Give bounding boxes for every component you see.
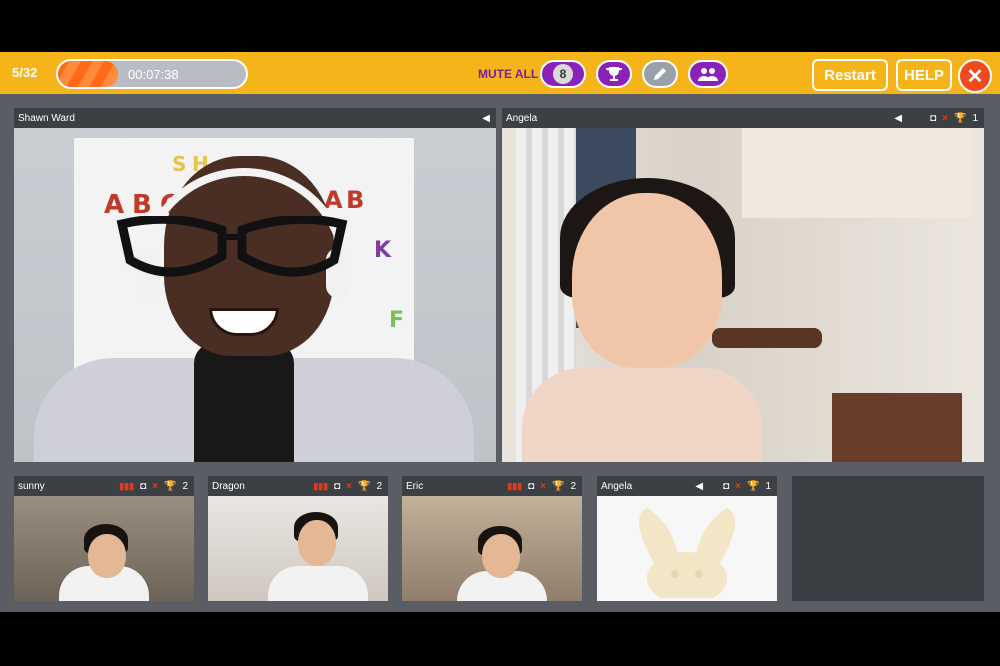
avatar-placeholder (597, 496, 777, 601)
tile-header: Angela ◀ ◘ × 🏆 1 (502, 108, 984, 128)
trophy-icon: 🏆 (746, 480, 760, 492)
close-small-icon[interactable]: × (346, 481, 352, 492)
close-small-icon[interactable]: × (942, 113, 948, 124)
close-icon: ✕ (966, 65, 984, 88)
student-video-feed (208, 496, 388, 601)
trophy-icon: 🏆 (163, 480, 177, 492)
student-thumb-dragon[interactable]: Dragon ▮▮▮ ◘ × 🏆 2 (208, 476, 388, 601)
close-small-icon[interactable]: × (540, 481, 546, 492)
board-letter: K (374, 238, 392, 263)
student-thumb-sunny[interactable]: sunny ▮▮▮ ◘ × 🏆 2 (14, 476, 194, 601)
group-icon (698, 68, 718, 81)
letterbox-top (0, 0, 1000, 52)
trophy-count: 2 (376, 480, 382, 492)
participant-name: Shawn Ward (18, 112, 75, 124)
trophy-count: 1 (765, 480, 771, 492)
trophy-count: 2 (570, 480, 576, 492)
board-letter: F (389, 308, 405, 333)
board-letter: B (346, 186, 365, 214)
student-video-feed (402, 496, 582, 601)
student-video-tile-angela[interactable]: Angela ◀ ◘ × 🏆 1 (502, 108, 984, 462)
trophy-icon: 🏆 (357, 480, 371, 492)
camera-icon[interactable]: ◘ (930, 113, 936, 124)
participant-name: Angela (601, 480, 633, 492)
tile-header: Shawn Ward ◀ (14, 108, 496, 128)
page-counter: 5/32 (12, 65, 38, 80)
help-button[interactable]: HELP (896, 59, 952, 91)
letterbox-bottom (0, 612, 1000, 666)
camera-icon[interactable]: ◘ (528, 481, 534, 492)
pencil-button[interactable] (642, 60, 678, 88)
teacher-video-tile[interactable]: Shawn Ward ◀ ABCSHABKFJOI (14, 108, 496, 462)
restart-button[interactable]: Restart (812, 59, 888, 91)
close-button[interactable]: ✕ (958, 59, 992, 93)
camera-off-icon: ▮▮▮ (313, 480, 329, 491)
glasses (116, 216, 348, 277)
participant-name: Eric (406, 480, 424, 492)
close-small-icon[interactable]: × (735, 481, 741, 492)
student-video-feed (14, 496, 194, 601)
timer-progress-fill (58, 61, 119, 87)
empty-video-slot (792, 476, 984, 601)
student-thumb-eric[interactable]: Eric ▮▮▮ ◘ × 🏆 2 (402, 476, 582, 601)
board-letter: S (172, 152, 187, 176)
timer-text: 00:07:38 (128, 67, 179, 82)
class-timer: 00:07:38 (56, 59, 248, 89)
pencil-icon (654, 68, 666, 80)
trophy-icon: 🏆 (953, 112, 967, 124)
camera-icon[interactable]: ◘ (140, 481, 146, 492)
trophy-button[interactable] (596, 60, 632, 88)
lock-icon: 8 (553, 64, 573, 84)
participant-name: Dragon (212, 480, 245, 492)
top-toolbar: 5/32 00:07:38 MUTE ALL 8 Restart HELP ✕ (0, 52, 1000, 94)
lock-toggle-button[interactable]: 8 (540, 60, 586, 88)
mute-all-button[interactable]: MUTE ALL (478, 67, 538, 81)
speaker-icon[interactable]: ◀ (894, 113, 902, 124)
camera-icon[interactable]: ◘ (723, 481, 729, 492)
student-thumb-angela[interactable]: Angela ◀ ◘ × 🏆 1 (597, 476, 777, 601)
teacher-video-feed: ABCSHABKFJOI (14, 128, 496, 462)
camera-off-icon: ▮▮▮ (507, 480, 523, 491)
camera-icon[interactable]: ◘ (334, 481, 340, 492)
trophy-icon: 🏆 (551, 480, 565, 492)
close-small-icon[interactable]: × (152, 481, 158, 492)
speaker-icon[interactable]: ◀ (695, 481, 703, 492)
participant-name: Angela (506, 112, 538, 124)
camera-off-icon: ▮▮▮ (119, 480, 135, 491)
trophy-icon (606, 67, 622, 81)
group-button[interactable] (688, 60, 728, 88)
trophy-count: 2 (182, 480, 188, 492)
trophy-count: 1 (972, 112, 978, 124)
student-video-feed (502, 128, 984, 462)
participant-name: sunny (18, 480, 45, 492)
bunny-avatar-icon (639, 508, 735, 598)
speaker-icon[interactable]: ◀ (482, 113, 490, 124)
